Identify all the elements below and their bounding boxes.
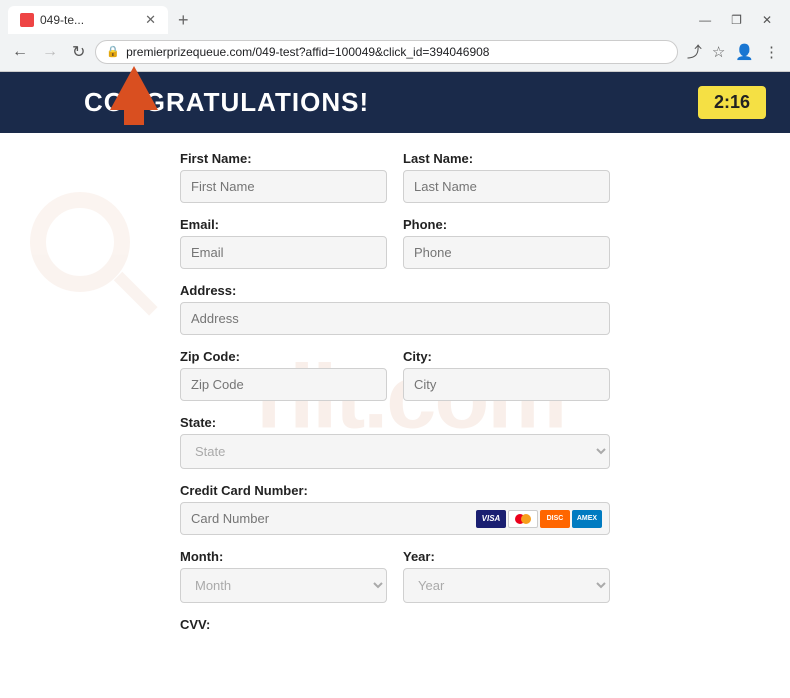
month-select[interactable]: Month 01 02 03 12 xyxy=(180,568,387,603)
email-group: Email: xyxy=(180,217,387,269)
share-icon[interactable]: ⤴ xyxy=(684,38,705,65)
minimize-button[interactable]: — xyxy=(693,11,717,29)
discover-icon: DISC xyxy=(540,510,570,528)
profile-icon[interactable]: 👤 xyxy=(732,40,757,64)
month-year-row: Month: Month 01 02 03 12 Year: Year 2024… xyxy=(180,549,610,603)
month-group: Month: Month 01 02 03 12 xyxy=(180,549,387,603)
first-name-input[interactable] xyxy=(180,170,387,203)
bookmark-icon[interactable]: ☆ xyxy=(709,40,728,64)
arrow-decoration xyxy=(110,66,158,125)
new-tab-button[interactable]: + xyxy=(172,10,195,31)
last-name-label: Last Name: xyxy=(403,151,610,166)
card-icons: VISA DISC AMEX xyxy=(476,510,602,528)
address-group: Address: xyxy=(180,283,610,335)
email-input[interactable] xyxy=(180,236,387,269)
address-row: Address: xyxy=(180,283,610,335)
credit-card-label: Credit Card Number: xyxy=(180,483,610,498)
page-wrapper: CONGRATULATIONS! 2:16 rilt.com First Nam… xyxy=(0,72,790,664)
title-bar: 049-te... ✕ + — ❐ ✕ xyxy=(0,0,790,34)
refresh-button[interactable]: ↻ xyxy=(68,40,89,64)
last-name-input[interactable] xyxy=(403,170,610,203)
menu-icon[interactable]: ⋮ xyxy=(761,40,782,64)
last-name-group: Last Name: xyxy=(403,151,610,203)
cvv-label: CVV: xyxy=(180,617,610,632)
address-label: Address: xyxy=(180,283,610,298)
timer-badge: 2:16 xyxy=(698,86,766,119)
first-name-label: First Name: xyxy=(180,151,387,166)
state-group: State: State AL AK AZ CA xyxy=(180,415,610,469)
email-label: Email: xyxy=(180,217,387,232)
card-input-wrapper: VISA DISC AMEX xyxy=(180,502,610,535)
browser-chrome: 049-te... ✕ + — ❐ ✕ ← → ↻ 🔒 premierprize… xyxy=(0,0,790,72)
amex-icon: AMEX xyxy=(572,510,602,528)
header-banner: CONGRATULATIONS! 2:16 xyxy=(0,72,790,133)
city-group: City: xyxy=(403,349,610,401)
mastercard-icon xyxy=(508,510,538,528)
zip-group: Zip Code: xyxy=(180,349,387,401)
phone-input[interactable] xyxy=(403,236,610,269)
tab-title: 049-te... xyxy=(40,13,84,27)
state-label: State: xyxy=(180,415,610,430)
tab-favicon xyxy=(20,13,34,27)
zip-city-row: Zip Code: City: xyxy=(180,349,610,401)
forward-button[interactable]: → xyxy=(38,41,62,63)
state-select[interactable]: State AL AK AZ CA xyxy=(180,434,610,469)
city-input[interactable] xyxy=(403,368,610,401)
year-label: Year: xyxy=(403,549,610,564)
visa-icon: VISA xyxy=(476,510,506,528)
zip-label: Zip Code: xyxy=(180,349,387,364)
phone-label: Phone: xyxy=(403,217,610,232)
lock-icon: 🔒 xyxy=(106,45,120,58)
state-row: State: State AL AK AZ CA xyxy=(180,415,610,469)
name-row: First Name: Last Name: xyxy=(180,151,610,203)
month-label: Month: xyxy=(180,549,387,564)
email-phone-row: Email: Phone: xyxy=(180,217,610,269)
first-name-group: First Name: xyxy=(180,151,387,203)
close-button[interactable]: ✕ xyxy=(756,11,778,29)
tab-close-button[interactable]: ✕ xyxy=(145,12,156,28)
zip-input[interactable] xyxy=(180,368,387,401)
cvv-group: CVV: xyxy=(180,617,610,632)
url-text: premierprizequeue.com/049-test?affid=100… xyxy=(126,45,667,59)
city-label: City: xyxy=(403,349,610,364)
toolbar-actions: ⤴ ☆ 👤 ⋮ xyxy=(684,38,782,65)
form-area: First Name: Last Name: Email: Phone: Add… xyxy=(0,133,790,664)
phone-group: Phone: xyxy=(403,217,610,269)
year-group: Year: Year 2024 2025 2026 xyxy=(403,549,610,603)
back-button[interactable]: ← xyxy=(8,41,32,63)
restore-button[interactable]: ❐ xyxy=(725,11,748,29)
credit-card-group: Credit Card Number: VISA DISC AMEX xyxy=(180,483,610,535)
browser-tab[interactable]: 049-te... ✕ xyxy=(8,6,168,34)
url-bar[interactable]: 🔒 premierprizequeue.com/049-test?affid=1… xyxy=(95,40,677,64)
cvv-row: CVV: xyxy=(180,617,610,632)
year-select[interactable]: Year 2024 2025 2026 xyxy=(403,568,610,603)
window-controls: — ❐ ✕ xyxy=(693,11,782,29)
address-input[interactable] xyxy=(180,302,610,335)
credit-card-row: Credit Card Number: VISA DISC AMEX xyxy=(180,483,610,535)
